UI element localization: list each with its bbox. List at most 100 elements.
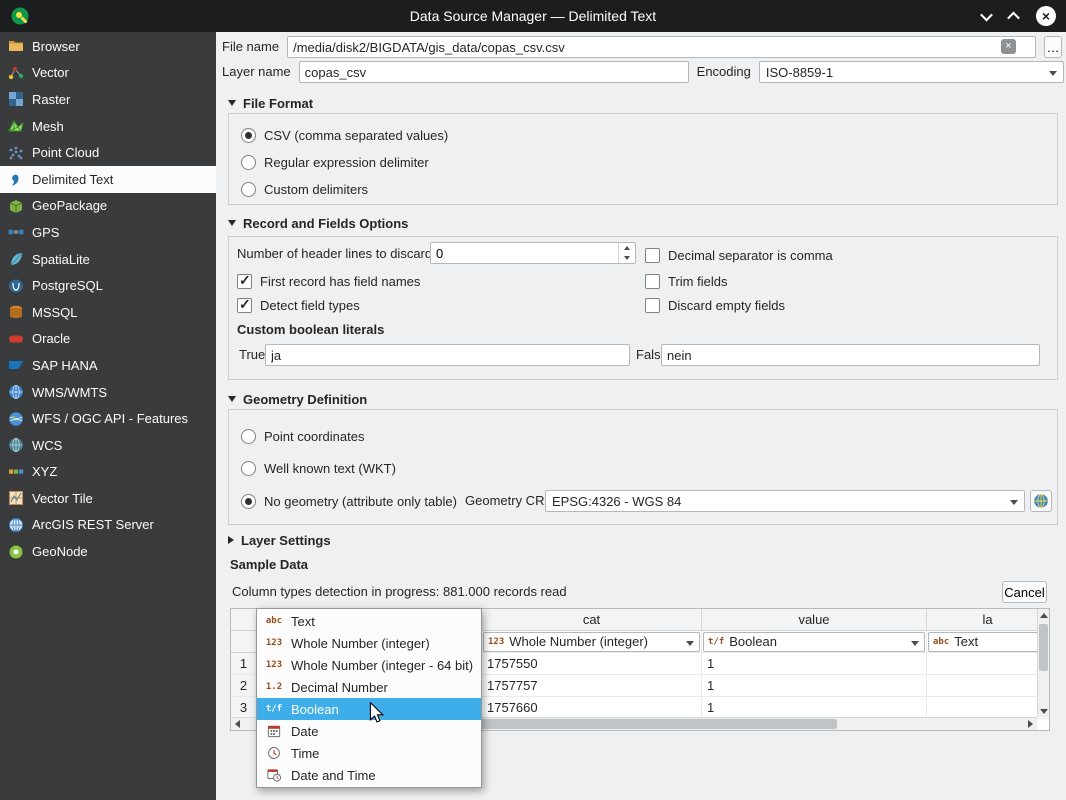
layer-name-input[interactable] [299,61,689,83]
sidebar-item-wms-wmts[interactable]: WMS/WMTS [0,379,216,406]
wcs-icon [8,437,24,453]
collapse-collapsed-icon [228,536,234,544]
select-crs-button[interactable] [1030,490,1052,512]
detection-status-text: Column types detection in progress: 881.… [232,581,567,603]
section-title: Layer Settings [241,533,331,548]
data-source-manager-window: Data Source Manager — Delimited Text Bro… [0,0,1066,800]
cancel-button[interactable]: Cancel [1002,581,1047,603]
spin-up-icon[interactable] [619,243,635,253]
text-type-icon: abc [933,637,949,647]
sidebar-item-xyz[interactable]: XYZ [0,459,216,486]
file-name-label: File name [222,36,279,58]
radio-point-coordinates[interactable]: Point coordinates [241,426,364,446]
file-name-input[interactable] [287,36,1036,58]
type-selector-label-cell: abc Text [927,631,1049,653]
close-button[interactable] [1036,6,1056,26]
type-selector-label-col[interactable]: abc Text [928,632,1047,652]
checkbox-label: Detect field types [260,298,360,313]
geopackage-icon [8,198,24,214]
section-header-record-fields[interactable]: Record and Fields Options [228,215,408,231]
row-number[interactable]: 2 [231,675,257,697]
folder-icon [8,38,24,54]
sidebar-item-label: Point Cloud [32,145,99,160]
scrollbar-groove[interactable] [1038,621,1049,705]
checkbox-first-record-field-names[interactable]: First record has field names [237,271,420,291]
sidebar-item-postgresql[interactable]: PostgreSQL [0,272,216,299]
sidebar-item-spatialite[interactable]: SpatiaLite [0,246,216,273]
sidebar-item-mesh[interactable]: Mesh [0,113,216,140]
radio-icon [241,182,256,197]
type-menu-item-text[interactable]: abcText [257,610,481,632]
radio-label: Point coordinates [264,429,364,444]
type-menu-item-whole-number[interactable]: 123Whole Number (integer) [257,632,481,654]
sidebar-item-label: XYZ [32,464,57,479]
scroll-right-icon[interactable] [1024,718,1037,730]
collapse-expanded-icon [228,220,236,226]
radio-wkt[interactable]: Well known text (WKT) [241,458,396,478]
sidebar-item-gps[interactable]: GPS [0,219,216,246]
sidebar-item-raster[interactable]: Raster [0,86,216,113]
boolean-type-icon: t/f [264,704,284,714]
menu-item-label: Boolean [291,702,339,717]
type-selector-value[interactable]: t/f Boolean [703,632,925,652]
browse-file-button[interactable]: … [1044,36,1062,58]
geometry-group: Point coordinates Well known text (WKT) … [228,409,1058,525]
mouse-cursor [369,702,384,724]
column-header-value[interactable]: value [702,609,927,631]
sidebar-item-wfs-ogc-api-features[interactable]: WFS / OGC API - Features [0,405,216,432]
checkbox-trim-fields[interactable]: Trim fields [645,271,727,291]
scrollbar-thumb[interactable] [478,719,837,729]
radio-csv[interactable]: CSV (comma separated values) [241,125,448,145]
sidebar-item-point-cloud[interactable]: Point Cloud [0,139,216,166]
section-header-layer-settings[interactable]: Layer Settings [228,532,331,548]
maximize-window-icon[interactable] [1007,11,1020,24]
header-lines-spinbox[interactable] [430,242,636,264]
sidebar-item-label: PostgreSQL [32,278,103,293]
row-number[interactable]: 3 [231,697,257,719]
arcgis-rest-icon [8,517,24,533]
radio-label: No geometry (attribute only table) [264,494,457,509]
type-menu-item-whole-number-64[interactable]: 123Whole Number (integer - 64 bit) [257,654,481,676]
scroll-up-icon[interactable] [1038,609,1049,621]
sidebar-item-browser[interactable]: Browser [0,33,216,60]
sidebar-item-delimited-text[interactable]: Delimited Text [0,166,216,193]
encoding-combobox[interactable]: ISO-8859-1 [759,61,1064,83]
type-menu-item-date-and-time[interactable]: Date and Time [257,764,481,786]
sidebar-item-oracle[interactable]: Oracle [0,326,216,353]
checkbox-detect-field-types[interactable]: Detect field types [237,295,360,315]
type-menu-item-decimal-number[interactable]: 1.2Decimal Number [257,676,481,698]
scroll-down-icon[interactable] [1038,705,1049,717]
radio-label: Custom delimiters [264,182,368,197]
scroll-left-icon[interactable] [231,718,244,730]
column-header-cat[interactable]: cat [482,609,702,631]
sidebar-item-arcgis-rest-server[interactable]: ArcGIS REST Server [0,512,216,539]
false-literal-input[interactable] [661,344,1040,366]
vertical-scrollbar[interactable] [1037,609,1049,717]
scrollbar-thumb[interactable] [1039,624,1048,670]
sidebar-item-vector-tile[interactable]: Vector Tile [0,485,216,512]
sidebar-item-vector[interactable]: Vector [0,60,216,87]
radio-regex-delimiter[interactable]: Regular expression delimiter [241,152,429,172]
radio-no-geometry[interactable]: No geometry (attribute only table) [241,491,457,511]
row-number[interactable]: 1 [231,653,257,675]
clear-text-icon[interactable] [1001,39,1016,54]
sidebar-item-sap-hana[interactable]: SAP HANA [0,352,216,379]
checkbox-decimal-separator-comma[interactable]: Decimal separator is comma [645,245,833,265]
true-literal-input[interactable] [265,344,630,366]
spin-down-icon[interactable] [619,253,635,263]
sidebar-item-label: Oracle [32,331,70,346]
radio-custom-delimiters[interactable]: Custom delimiters [241,179,368,199]
sidebar-item-mssql[interactable]: MSSQL [0,299,216,326]
section-header-geometry-definition[interactable]: Geometry Definition [228,391,367,407]
section-header-file-format[interactable]: File Format [228,95,313,111]
checkbox-discard-empty-fields[interactable]: Discard empty fields [645,295,785,315]
sidebar-item-wcs[interactable]: WCS [0,432,216,459]
geometry-crs-combobox[interactable]: EPSG:4326 - WGS 84 [545,490,1025,512]
column-header-label[interactable]: la [927,609,1049,631]
sidebar-item-geonode[interactable]: GeoNode [0,538,216,565]
shade-window-icon[interactable] [980,8,993,21]
type-menu-item-time[interactable]: Time [257,742,481,764]
header-lines-input[interactable] [431,243,618,263]
type-selector-cat[interactable]: 123 Whole Number (integer) [483,632,700,652]
sidebar-item-geopackage[interactable]: GeoPackage [0,193,216,220]
